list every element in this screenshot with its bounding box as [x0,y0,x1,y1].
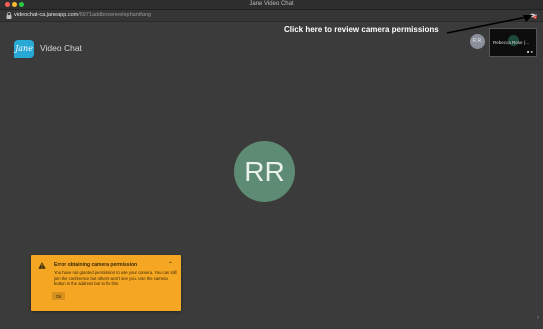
url-text[interactable]: videochat-ca.janeapp.com/6971addbrowneel… [14,10,151,21]
notice-title: Error obtaining camera permission [54,262,138,268]
chevron-right-icon[interactable]: › [537,315,539,321]
warning-icon [38,262,46,269]
url-host: videochat-ca.janeapp.com [14,12,79,18]
url-path: /6971addbrowneelephantfang [78,12,152,18]
participant-avatar-small[interactable]: R.R. [470,34,485,49]
self-view-status-icons: ■ ● [527,49,533,54]
lock-icon[interactable] [6,12,12,19]
self-view-tile[interactable]: Rebecca Rose (... ■ ● [489,28,537,57]
remote-participant-avatar: RR [234,141,295,202]
annotation-text: Click here to review camera permissions [284,25,439,34]
window-titlebar: Jane Video Chat [0,0,543,10]
jane-logo: Jane [14,40,34,58]
ok-button[interactable]: Ok [52,292,65,300]
window-title: Jane Video Chat [249,1,294,7]
camera-error-notice: Error obtaining camera permission ⌃ You … [31,255,181,311]
app-name: Video Chat [40,43,82,53]
notice-body: You have not granted permission to use y… [54,270,177,287]
chevron-up-icon[interactable]: ⌃ [168,261,173,268]
self-view-name: Rebecca Rose (... [493,40,530,45]
